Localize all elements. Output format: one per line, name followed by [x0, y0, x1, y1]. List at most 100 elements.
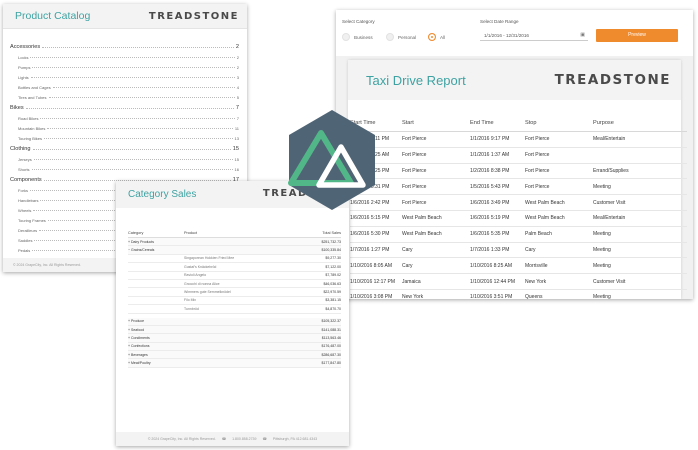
toc-subcategory[interactable]: Locks 2 [10, 50, 239, 60]
catalog-brand-logo: TREADSTONE [148, 10, 239, 22]
table-cell: 1/5/2016 5:43 PM [470, 183, 510, 190]
toc-subcategory[interactable]: Road Bikes 7 [10, 111, 239, 121]
toc-subcategory[interactable]: Shorts 16 [10, 162, 239, 172]
category-cell[interactable]: + Dairy Products [128, 240, 184, 244]
category-cell[interactable]: + Meat/Poultry [128, 361, 184, 365]
toc-page: 11 [234, 126, 239, 131]
toc-label: Pumps [18, 65, 31, 70]
toc-leader [32, 149, 231, 150]
toc-label: Bikes [10, 105, 24, 111]
toc-leader [47, 128, 233, 129]
table-cell: West Palm Beach [402, 231, 442, 238]
toc-page: 15 [232, 146, 239, 152]
category-group-row[interactable]: + Condiments $113,563.46 [128, 334, 341, 343]
total-sales-cell: $141,088.31 [321, 327, 341, 332]
table-cell: West Palm Beach [402, 215, 442, 222]
toc-subcategory[interactable]: Jerseys 15 [10, 152, 239, 162]
report-title: Taxi Drive Report [366, 72, 466, 88]
category-group-row[interactable]: + Dairy Products $251,732.73 [128, 238, 341, 247]
toc-category[interactable]: Accessories 2 [10, 39, 239, 50]
radio-label: All [440, 34, 446, 40]
footer-phone: 1.800.858.2739 [232, 437, 257, 441]
table-cell: Fort Pierce [525, 183, 550, 190]
toc-label: Shorts [18, 167, 30, 172]
toc-subcategory[interactable]: Tires and Tubes 5 [10, 90, 239, 100]
radio-circle[interactable] [428, 33, 436, 41]
table-cell: Fort Pierce [525, 167, 550, 174]
category-cell[interactable]: + Confections [128, 344, 184, 348]
category-cell[interactable]: − Grains/Cereals [128, 248, 184, 252]
table-cell: Meeting [593, 294, 611, 299]
radio-all[interactable]: All [428, 32, 445, 42]
toc-page: 13 [234, 136, 239, 141]
radio-circle[interactable] [342, 33, 350, 41]
total-sales-cell: $105,322.37 [321, 319, 341, 324]
toc-subcategory[interactable]: Touring Bikes 13 [10, 131, 239, 141]
toc-subcategory[interactable]: Bottles and Cages 4 [10, 80, 239, 90]
column-header: Total Sales [322, 231, 341, 235]
table-cell: Meal/Entertain [593, 136, 626, 143]
toc-label: Mountain Bikes [18, 126, 46, 131]
category-cell[interactable]: + Seafood [128, 328, 184, 332]
toc-subcategory[interactable]: Mountain Bikes 11 [10, 121, 239, 131]
toc-page: 16 [234, 167, 239, 172]
radio-business[interactable]: Business [342, 32, 373, 42]
table-cell: 1/6/2016 5:30 PM [350, 231, 390, 238]
toc-subcategory[interactable]: Lights 3 [10, 70, 239, 80]
toc-leader [30, 77, 235, 78]
table-row: 1/10/2016 3:08 PM New York 1/10/2016 3:51 … [350, 290, 687, 299]
report-canvas[interactable]: Taxi Drive Report TREADSTONE Start Time S… [336, 56, 693, 299]
calendar-icon[interactable]: ▣ [580, 32, 585, 38]
toc-label: Road Bikes [18, 116, 39, 121]
table-cell: 1/6/2016 5:35 PM [470, 231, 510, 238]
report-parameters-panel: Select Category Business Personal All Se… [336, 10, 693, 56]
table-cell: West Palm Beach [525, 215, 565, 222]
table-cell: Fort Pierce [525, 152, 550, 159]
toc-page: 3 [236, 75, 239, 80]
table-cell: Customer Visit [593, 278, 626, 285]
radio-personal[interactable]: Personal [386, 32, 416, 42]
total-sales-cell: $100,335.84 [321, 248, 341, 253]
category-cell[interactable]: + Condiments [128, 336, 184, 340]
category-group-row[interactable]: + Produce $105,322.37 [128, 317, 341, 326]
preview-button[interactable]: Preview [596, 29, 678, 42]
category-group-row[interactable]: + Seafood $141,088.31 [128, 325, 341, 335]
sales-footer: © 2024 GrapeCity, Inc. All Rights Reserv… [116, 432, 349, 446]
product-cell: Singaporean Hokkien Fried Mee [184, 256, 235, 261]
toc-leader [42, 47, 234, 48]
category-group-row[interactable]: − Grains/Cereals $100,335.84 [128, 246, 341, 255]
toc-subcategory[interactable]: Pumps 2 [10, 60, 239, 70]
toc-label: Saddles [18, 238, 33, 243]
total-sales-cell: $22,970.59 [323, 290, 341, 295]
table-cell: Cary [525, 246, 536, 253]
date-range-input[interactable]: 1/1/2016 - 12/31/2016 ▣ [480, 30, 588, 41]
toc-label: Accessories [10, 44, 41, 50]
product-cell: Filo Mix [184, 298, 197, 303]
table-row: 1/7/2016 1:27 PM Cary 1/7/2016 1:33 PM Cary… [350, 243, 687, 259]
table-cell: 1/10/2016 8:25 AM [470, 262, 512, 269]
table-row: 1/2/2016 8:25 PMFort Pierce1/2/2016 8:38… [350, 164, 687, 180]
toc-category[interactable]: Bikes 7 [10, 100, 239, 111]
radio-circle[interactable] [386, 33, 394, 41]
toc-leader [40, 118, 235, 119]
table-row: 1/10/2016 8:05 AM Cary 1/10/2016 8:25 AM Mo… [350, 258, 687, 275]
table-cell: Fort Pierce [402, 167, 427, 174]
table-cell: Fort Pierce [402, 183, 427, 190]
category-cell[interactable]: + Produce [128, 319, 184, 323]
table-cell: 1/1/2016 1:37 AM [470, 152, 510, 159]
category-cell[interactable]: + Beverages [128, 353, 184, 357]
taxi-drive-report-viewer: Select Category Business Personal All Se… [336, 10, 693, 299]
toc-label: Tires and Tubes [18, 95, 47, 100]
table-cell: 1/6/2016 3:49 PM [470, 199, 510, 206]
table-cell: Customer Visit [593, 199, 626, 206]
toc-leader [32, 67, 235, 68]
table-row: 1/6/2016 5:30 PM West Palm Beach 1/6/2016 … [350, 227, 687, 243]
category-group-row[interactable]: + Meat/Poultry $177,847.80 [128, 359, 341, 368]
toc-page: 5 [236, 95, 239, 100]
toc-category[interactable]: Clothing 15 [10, 141, 239, 152]
product-row: Filo Mix $3,381.15 [128, 297, 341, 306]
table-cell: 1/1/2016 9:17 PM [470, 136, 510, 143]
category-group-row[interactable]: + Beverages $286,687.30 [128, 351, 341, 360]
table-cell: Meeting [593, 246, 611, 253]
category-group-row[interactable]: + Confections $176,487.00 [128, 342, 341, 352]
